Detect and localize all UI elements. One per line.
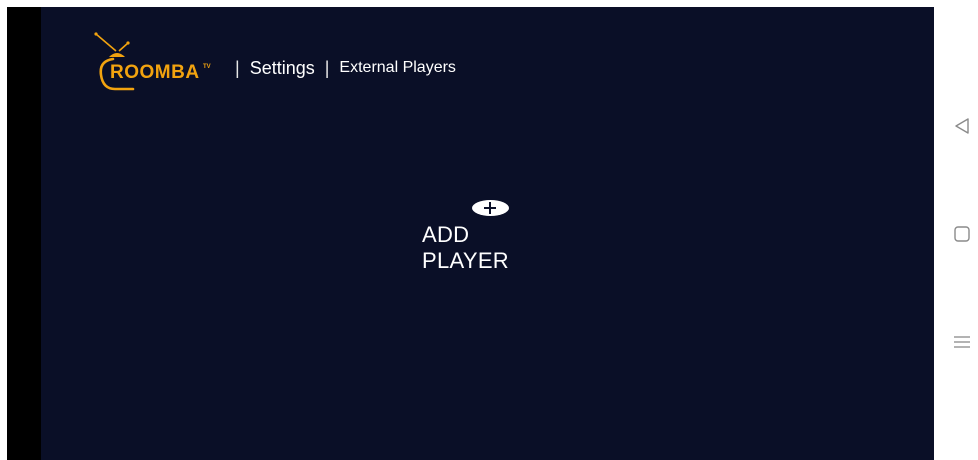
add-player-button[interactable]: ADD PLAYER xyxy=(422,200,558,273)
home-icon[interactable] xyxy=(952,224,972,244)
back-icon[interactable] xyxy=(952,116,972,136)
breadcrumb-separator: | xyxy=(235,57,240,78)
breadcrumb-settings[interactable]: Settings xyxy=(250,58,315,79)
logo-superscript: TV xyxy=(203,64,211,70)
plus-icon[interactable] xyxy=(471,200,509,216)
add-player-label[interactable]: ADD PLAYER xyxy=(422,222,558,274)
roomba-tv-logo: ROOMBA TV xyxy=(93,31,233,95)
breadcrumb-external-players: External Players xyxy=(339,59,456,76)
logo-text: ROOMBA xyxy=(110,62,200,83)
breadcrumb: | Settings | External Players xyxy=(225,58,456,79)
breadcrumb-separator: | xyxy=(324,57,330,78)
menu-icon[interactable] xyxy=(952,332,972,352)
header: ROOMBA TV | Settings | External Players xyxy=(93,31,456,95)
left-edge-bar xyxy=(7,7,41,460)
app-screen: ROOMBA TV | Settings | External Players … xyxy=(41,7,934,460)
system-navigation-bar xyxy=(934,7,978,460)
